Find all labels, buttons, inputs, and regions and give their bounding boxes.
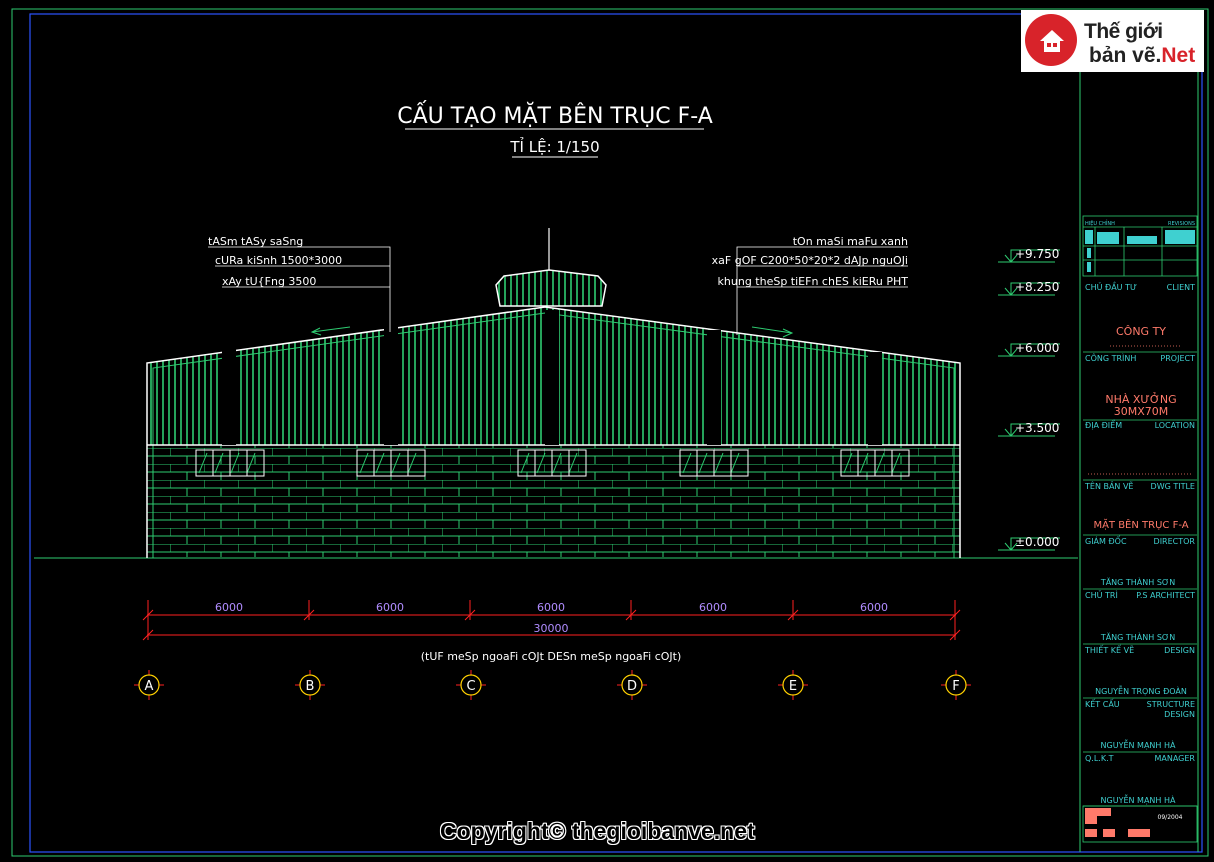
tb-project-name-1: NHÀ XƯỞNG	[1105, 392, 1176, 406]
drawing-scale: TỈ LỆ: 1/150	[509, 136, 599, 156]
tb-dwg-title: MẶT BÊN TRỤC F-A	[1093, 518, 1188, 531]
tb-chief-name: TĂNG THÀNH SƠN	[1100, 631, 1175, 642]
dimension-lines: 6000 6000 6000 6000 6000 30000	[142, 600, 961, 641]
tb-struct-en-2: DESIGN	[1164, 710, 1195, 719]
logo-net: Net	[1161, 44, 1196, 67]
site-logo: Thế giới bản vẽ.Net	[1021, 10, 1204, 72]
tb-manager-vi: Q.L.K.T	[1085, 754, 1114, 763]
total-dimension: 30000	[534, 622, 569, 635]
tb-revision-left: HIỆU CHỈNH	[1085, 219, 1115, 227]
tb-manager-name: NGUYỄN MẠNH HÀ	[1101, 793, 1176, 806]
axis-c: C	[466, 679, 475, 694]
left-note-1: tASm tASy saSng	[208, 235, 303, 248]
tb-location-en: LOCATION	[1155, 421, 1195, 430]
right-notes: tOn maSi maFu xanh xaF gOF C200*50*20*2 …	[712, 235, 909, 335]
right-note-1: tOn maSi maFu xanh	[793, 235, 908, 248]
level-8250: +8.250	[1015, 280, 1059, 294]
logo-line-1: Thế giới	[1084, 20, 1163, 43]
tb-design-vi: THIẾT KẾ VẼ	[1084, 644, 1134, 655]
tb-struct-name: NGUYỄN MẠNH HÀ	[1101, 738, 1176, 751]
tb-dwg-title-en: DWG TITLE	[1151, 482, 1195, 491]
level-9750: +9.750	[1015, 247, 1059, 261]
span-dimension-2: 6000	[376, 601, 404, 614]
drawing-title: CẤU TẠO MẶT BÊN TRỤC F-A	[397, 101, 713, 129]
left-notes: tASm tASy saSng cURa kiSnh 1500*3000 xAy…	[208, 235, 391, 332]
title-block: HIỆU CHỈNH REVISIONS CHỦ ĐẦU TƯ CLIENT C…	[1082, 215, 1198, 843]
tb-chief-vi: CHỦ TRÌ	[1085, 589, 1118, 600]
axis-bubbles: A B C D E F	[134, 670, 971, 700]
tb-manager-en: MANAGER	[1154, 754, 1195, 763]
span-dimension-4: 6000	[699, 601, 727, 614]
tb-client-en: CLIENT	[1167, 283, 1195, 292]
tb-project-vi: CÔNG TRÌNH	[1085, 352, 1136, 363]
tb-project-name-2: 30MX70M	[1114, 405, 1169, 418]
right-note-2: xaF gOF C200*50*20*2 dAJp nguOJi	[712, 254, 908, 267]
tb-design-en: DESIGN	[1164, 646, 1195, 655]
right-note-3: khung theSp tiEFn chES kiERu PHT	[718, 275, 909, 288]
dimension-note: (tUF meSp ngoaFi cOJt DESn meSp ngoaFi c…	[421, 650, 682, 663]
span-dimension-1: 6000	[215, 601, 243, 614]
axis-b: B	[306, 679, 315, 694]
tb-director-en: DIRECTOR	[1154, 537, 1196, 546]
axis-f: F	[952, 679, 959, 694]
span-dimension-5: 6000	[860, 601, 888, 614]
level-3500: +3.500	[1015, 421, 1059, 435]
axis-a: A	[145, 679, 154, 694]
logo-line-2: bản vẽ.Net	[1089, 44, 1195, 68]
tb-client-vi: CHỦ ĐẦU TƯ	[1085, 280, 1137, 292]
tb-project-en: PROJECT	[1160, 354, 1195, 363]
left-note-3: xAy tU{Fng 3500	[222, 275, 316, 288]
axis-d: D	[627, 679, 637, 694]
tb-date: 09/2004	[1158, 814, 1183, 821]
level-6000: +6.000	[1015, 341, 1059, 355]
logo-badge	[1025, 14, 1077, 66]
level-markers: +9.750 +8.250 +6.000 +3.500 ±0.000	[998, 247, 1060, 551]
tb-design-name: NGUYỄN TRỌNG ĐOÀN	[1095, 684, 1187, 696]
axis-e: E	[789, 679, 797, 694]
tb-struct-en-1: STRUCTURE	[1147, 700, 1195, 709]
tb-client-name: CÔNG TY	[1116, 325, 1166, 338]
tb-dwg-title-vi: TÊN BẢN VẼ	[1084, 480, 1133, 491]
tb-director-name: TĂNG THÀNH SƠN	[1100, 576, 1175, 587]
tb-struct-vi: KẾT CẤU	[1085, 698, 1120, 709]
span-dimension-3: 6000	[537, 601, 565, 614]
copyright-watermark: Copyright© thegioibanve.net	[440, 818, 755, 844]
level-0000: ±0.000	[1015, 535, 1059, 549]
house-icon	[1040, 30, 1064, 52]
left-note-2: cURa kiSnh 1500*3000	[215, 254, 342, 267]
logo-line-2a: bản vẽ.	[1089, 44, 1162, 67]
cad-drawing-canvas: CẤU TẠO MẶT BÊN TRỤC F-A TỈ LỆ: 1/150 tA…	[11, 8, 1209, 857]
tb-chief-en: P.S ARCHITECT	[1136, 591, 1195, 600]
tb-director-vi: GIÁM ĐỐC	[1085, 534, 1127, 546]
tb-revision-right: REVISIONS	[1168, 221, 1195, 227]
